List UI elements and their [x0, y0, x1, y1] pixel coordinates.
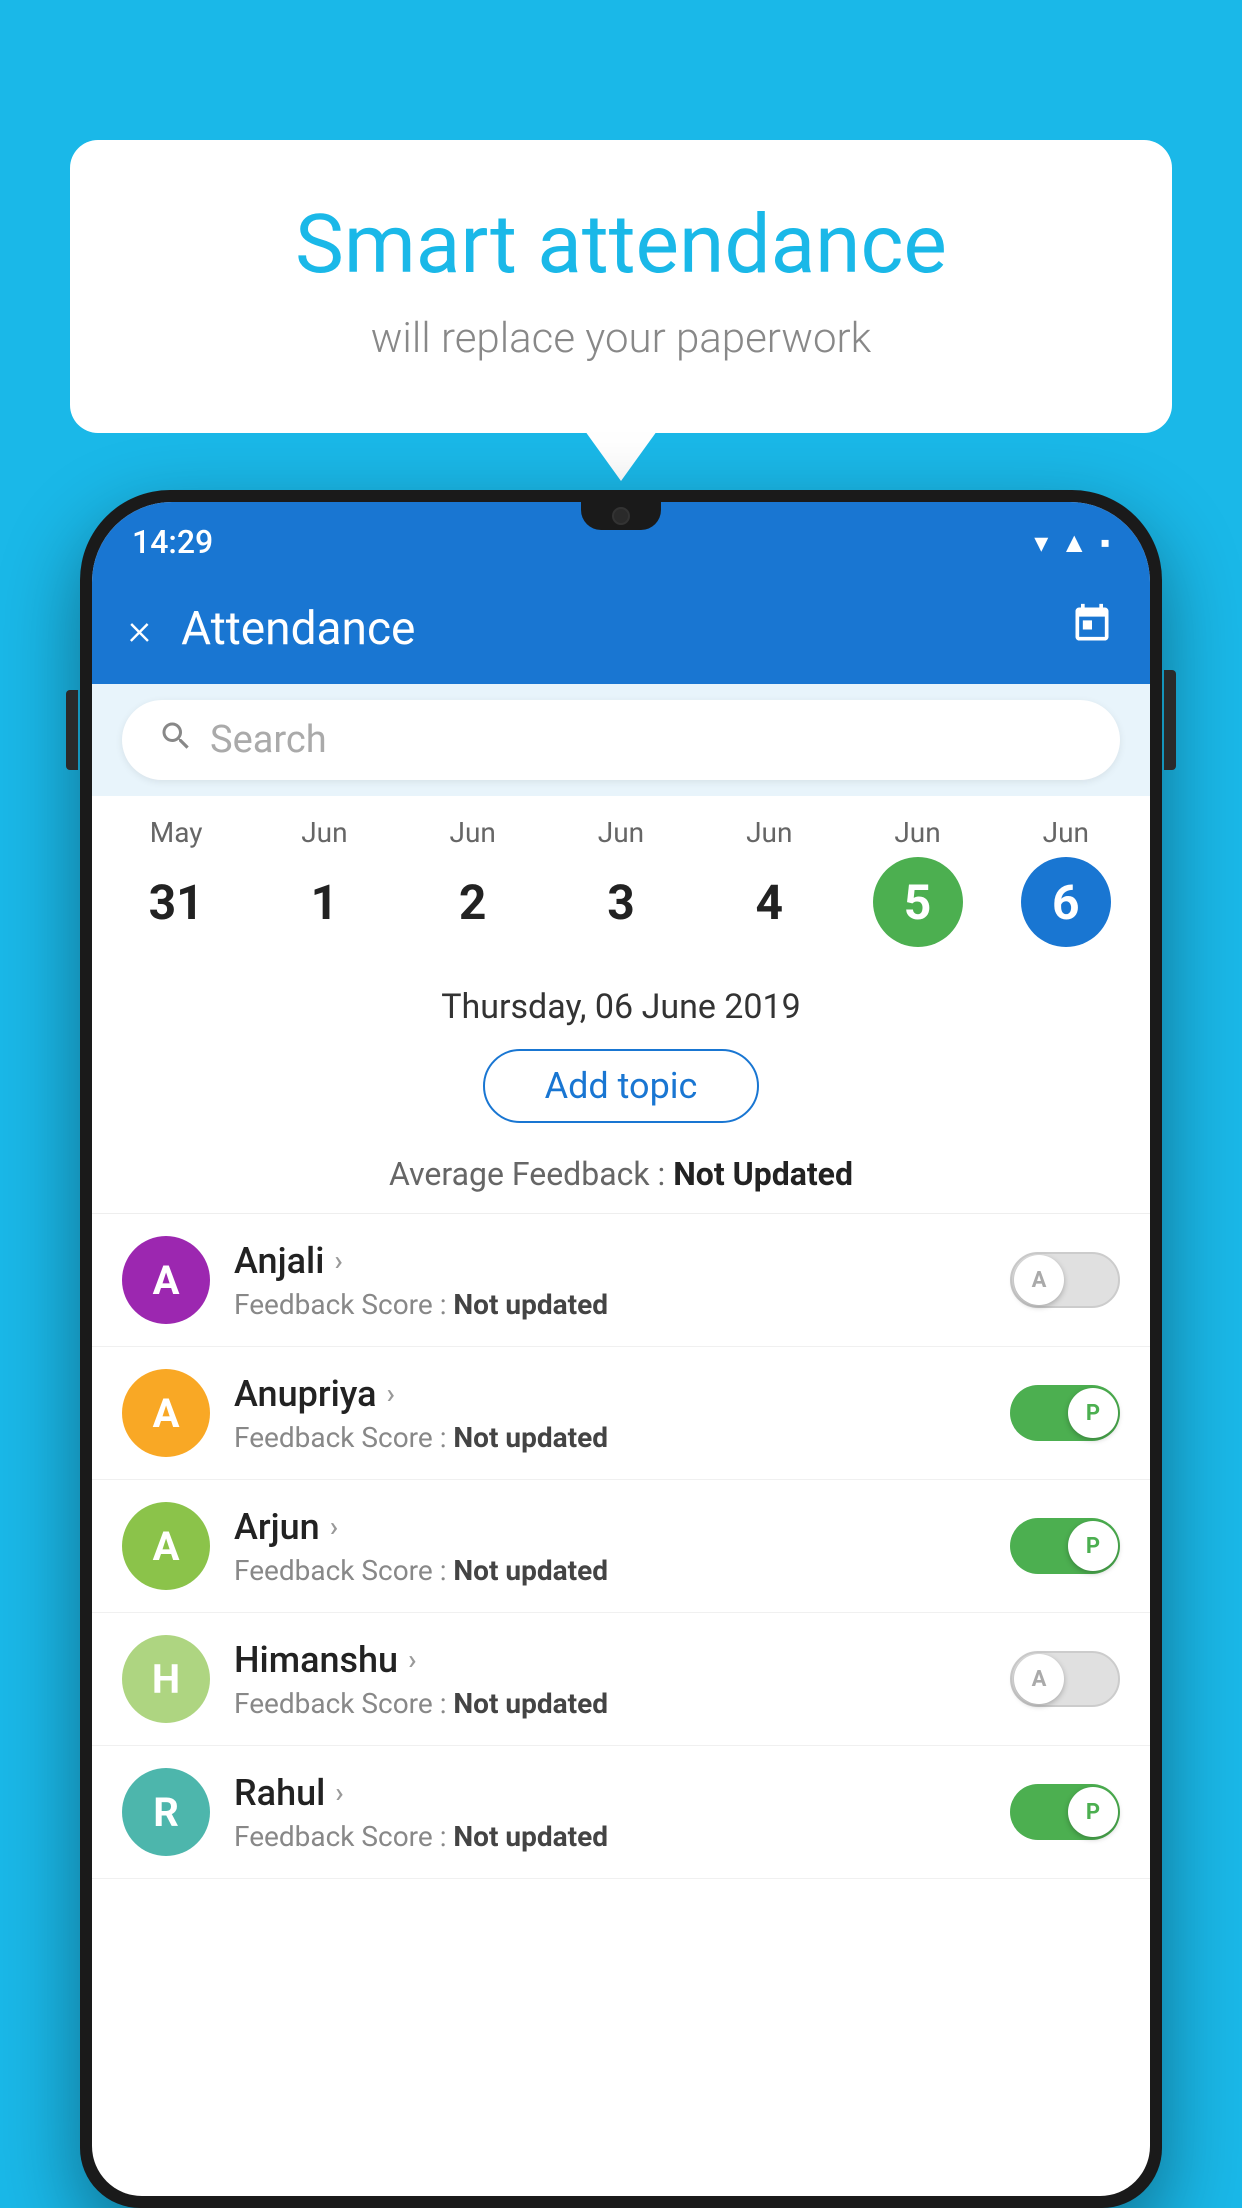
- power-button: [1164, 670, 1176, 770]
- attendance-toggle-3[interactable]: A: [1010, 1651, 1120, 1707]
- attendance-toggle-4[interactable]: P: [1010, 1784, 1120, 1840]
- student-name-1: Anupriya ›: [234, 1373, 986, 1415]
- avg-feedback-label: Average Feedback :: [389, 1155, 665, 1193]
- feedback-score-0: Feedback Score : Not updated: [234, 1288, 986, 1321]
- signal-icon: ▲: [1060, 526, 1088, 559]
- speech-bubble: Smart attendance will replace your paper…: [70, 140, 1172, 433]
- status-icons: ▾ ▲ ▪: [1034, 526, 1110, 559]
- calendar-day-2[interactable]: Jun2: [413, 816, 533, 947]
- student-item-1[interactable]: A Anupriya › Feedback Score : Not updated P: [92, 1347, 1150, 1480]
- battery-icon: ▪: [1100, 526, 1110, 559]
- calendar-strip: May31Jun1Jun2Jun3Jun4Jun5Jun6: [92, 796, 1150, 957]
- chevron-icon: ›: [335, 1776, 343, 1809]
- avatar-anupriya: A: [122, 1369, 210, 1457]
- calendar-day-6[interactable]: Jun6: [1006, 816, 1126, 947]
- student-name-3: Himanshu ›: [234, 1639, 986, 1681]
- student-item-0[interactable]: A Anjali › Feedback Score : Not updated A: [92, 1214, 1150, 1347]
- avatar-himanshu: H: [122, 1635, 210, 1723]
- attendance-toggle-1[interactable]: P: [1010, 1385, 1120, 1441]
- speech-bubble-subtitle: will replace your paperwork: [150, 314, 1092, 363]
- app-bar-title: Attendance: [181, 602, 1040, 656]
- chevron-icon: ›: [387, 1377, 395, 1410]
- wifi-icon: ▾: [1034, 526, 1048, 559]
- feedback-score-1: Feedback Score : Not updated: [234, 1421, 986, 1454]
- student-item-2[interactable]: A Arjun › Feedback Score : Not updated P: [92, 1480, 1150, 1613]
- attendance-toggle-0[interactable]: A: [1010, 1252, 1120, 1308]
- feedback-score-4: Feedback Score : Not updated: [234, 1820, 986, 1853]
- speech-bubble-title: Smart attendance: [150, 200, 1092, 290]
- average-feedback: Average Feedback : Not Updated: [92, 1145, 1150, 1214]
- student-list: AAnjali ›Feedback Score : Not updatedAAA…: [92, 1214, 1150, 1879]
- chevron-icon: ›: [330, 1510, 338, 1543]
- app-bar: × Attendance: [92, 574, 1150, 684]
- student-item-3[interactable]: H Himanshu › Feedback Score : Not updated A: [92, 1613, 1150, 1746]
- search-bar[interactable]: Search: [122, 700, 1120, 780]
- calendar-day-0[interactable]: May31: [116, 816, 236, 947]
- avg-feedback-value: Not Updated: [673, 1155, 853, 1193]
- selected-date: Thursday, 06 June 2019: [92, 957, 1150, 1045]
- feedback-score-2: Feedback Score : Not updated: [234, 1554, 986, 1587]
- student-name-4: Rahul ›: [234, 1772, 986, 1814]
- search-input[interactable]: Search: [210, 718, 327, 762]
- chevron-icon: ›: [334, 1244, 342, 1277]
- status-time: 14:29: [132, 523, 213, 561]
- chevron-icon: ›: [408, 1643, 416, 1676]
- speech-bubble-container: Smart attendance will replace your paper…: [70, 140, 1172, 433]
- attendance-toggle-2[interactable]: P: [1010, 1518, 1120, 1574]
- calendar-day-5[interactable]: Jun5: [858, 816, 978, 947]
- avatar-anjali: A: [122, 1236, 210, 1324]
- add-topic-container: Add topic: [92, 1045, 1150, 1145]
- add-topic-button[interactable]: Add topic: [483, 1049, 760, 1123]
- phone-frame: 14:29 ▾ ▲ ▪ × Attendance: [80, 490, 1162, 2208]
- close-button[interactable]: ×: [128, 603, 151, 655]
- search-container: Search: [92, 684, 1150, 796]
- front-camera: [612, 507, 630, 525]
- calendar-day-4[interactable]: Jun4: [709, 816, 829, 947]
- calendar-day-3[interactable]: Jun3: [561, 816, 681, 947]
- search-icon: [158, 718, 194, 763]
- feedback-score-3: Feedback Score : Not updated: [234, 1687, 986, 1720]
- student-name-0: Anjali ›: [234, 1240, 986, 1282]
- student-item-4[interactable]: R Rahul › Feedback Score : Not updated P: [92, 1746, 1150, 1879]
- calendar-day-1[interactable]: Jun1: [264, 816, 384, 947]
- student-name-2: Arjun ›: [234, 1506, 986, 1548]
- phone-screen: 14:29 ▾ ▲ ▪ × Attendance: [92, 502, 1150, 2196]
- volume-button: [66, 690, 78, 770]
- phone-notch: [581, 502, 661, 530]
- avatar-arjun: A: [122, 1502, 210, 1590]
- avatar-rahul: R: [122, 1768, 210, 1856]
- calendar-icon[interactable]: [1070, 602, 1114, 656]
